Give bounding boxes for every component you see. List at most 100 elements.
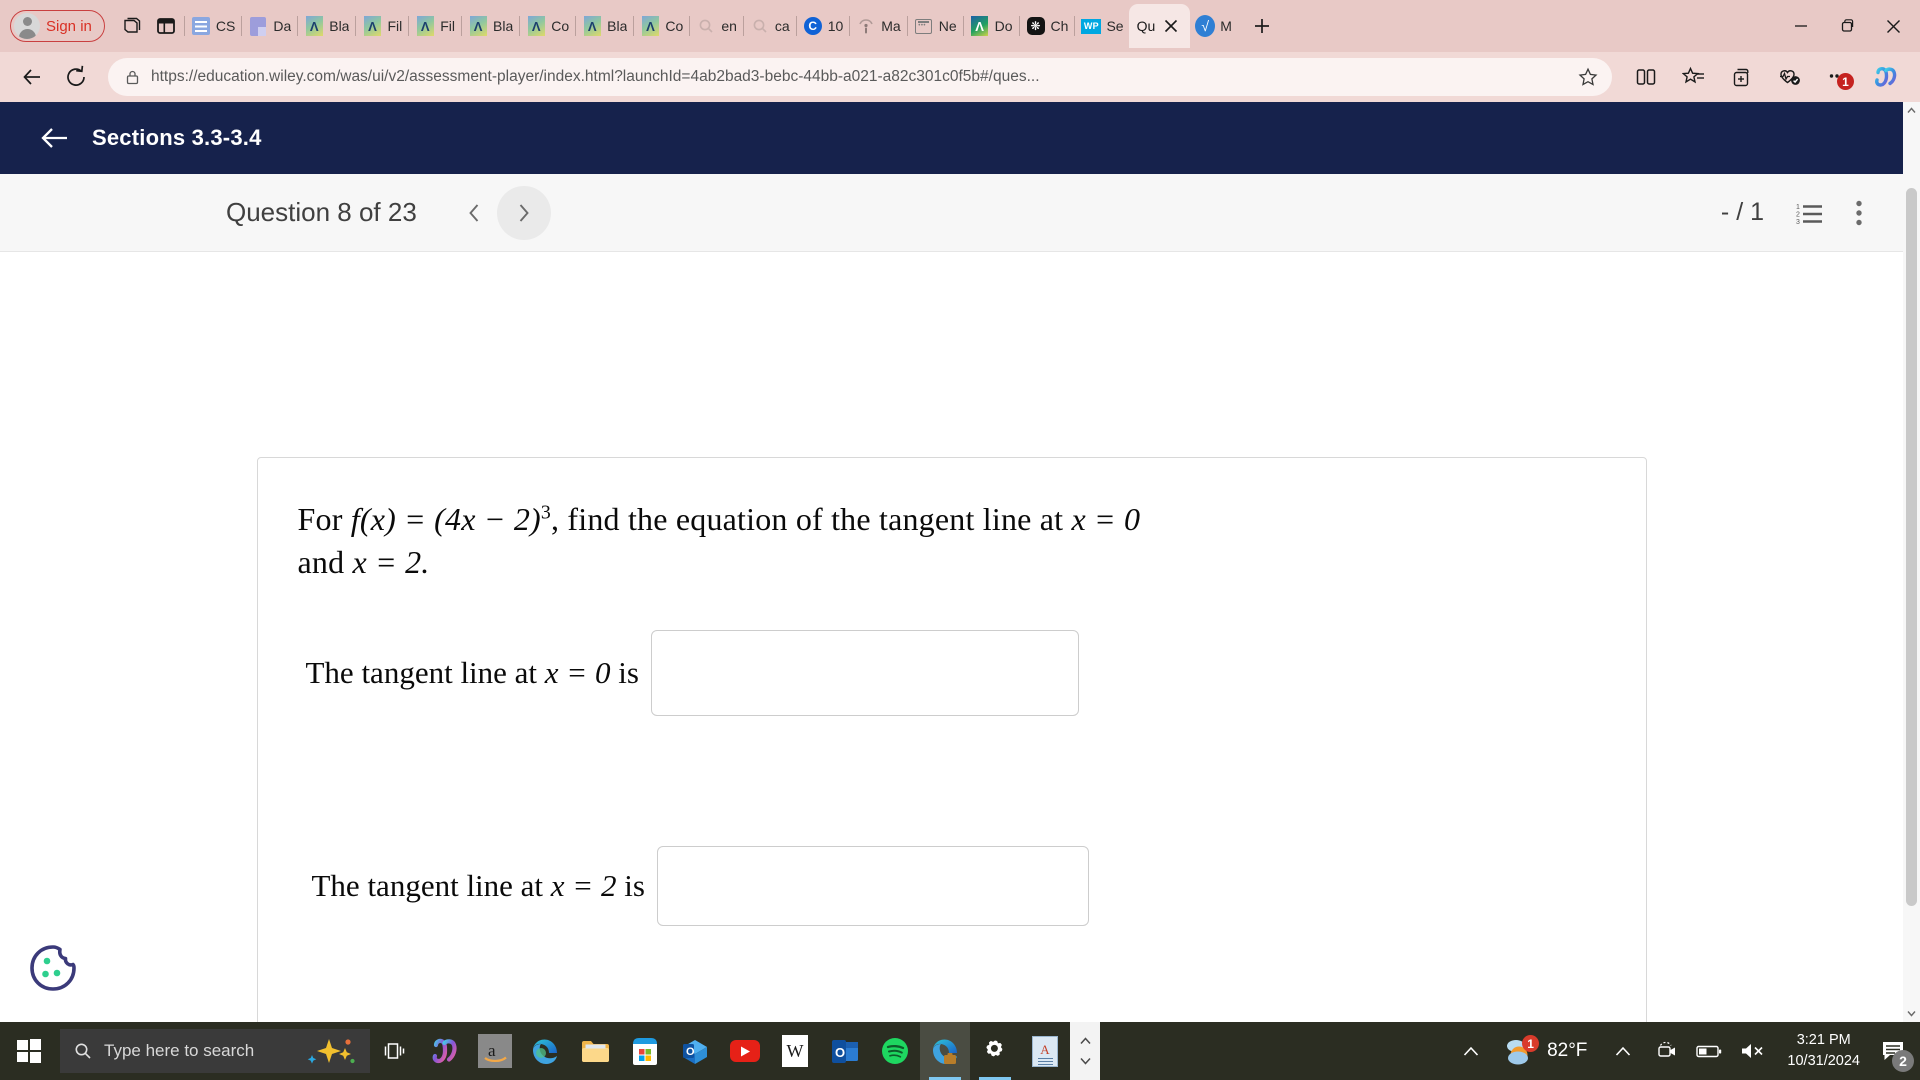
browser-tab[interactable]: Λ Co [635, 6, 688, 46]
browser-tab[interactable]: Λ Bla [299, 6, 354, 46]
reload-icon[interactable] [56, 57, 96, 97]
taskbar-app-wikipedia[interactable]: W [770, 1022, 820, 1080]
cookie-consent-icon[interactable] [25, 940, 81, 996]
tab-divider [906, 16, 908, 36]
browser-tab-strip: Sign in CS Da Λ Bla Λ Fil Λ Fil Λ Bla Λ … [0, 0, 1920, 52]
stem-x-zero: x = 0 [1071, 501, 1141, 537]
favorite-star-icon[interactable] [1572, 67, 1604, 87]
weather-widget[interactable]: 1 82°F [1495, 1035, 1599, 1066]
taskbar-app-outlook[interactable]: O [820, 1022, 870, 1080]
question-card: For f(x) = (4x − 2)3, find the equation … [256, 457, 1647, 1022]
taskbar-app-edge[interactable] [520, 1022, 570, 1080]
scroll-down-button[interactable] [1903, 1005, 1920, 1022]
browser-tab[interactable]: Ne [909, 6, 962, 46]
taskbar-app-spotify[interactable] [870, 1022, 920, 1080]
browser-tab[interactable]: ❋ Ch [1021, 6, 1074, 46]
browser-tab[interactable]: Da [243, 6, 296, 46]
browser-tab[interactable]: Λ Bla [463, 6, 518, 46]
taskbar-app-file-explorer[interactable] [570, 1022, 620, 1080]
show-hidden-icons-button[interactable] [1447, 1022, 1495, 1080]
account-avatar-icon [14, 13, 40, 39]
browser-toolbar: https://education.wiley.com/was/ui/v2/as… [0, 52, 1920, 102]
browser-tab[interactable]: WP Se [1076, 6, 1128, 46]
browser-tab[interactable]: Λ Fil [410, 6, 460, 46]
browser-essentials-icon[interactable] [1768, 57, 1812, 97]
tab-actions-icon[interactable] [149, 9, 183, 43]
active-browser-tab[interactable]: Qu [1128, 4, 1191, 48]
previous-question-button[interactable] [457, 195, 493, 231]
wp-icon: WP [1081, 16, 1102, 36]
maximize-button[interactable] [1824, 4, 1870, 48]
taskbar-app-copilot[interactable] [420, 1022, 470, 1080]
tab-divider [183, 16, 185, 36]
next-question-button[interactable] [496, 185, 551, 240]
favorites-icon[interactable] [1672, 57, 1716, 97]
browser-tab[interactable]: Λ Fil [357, 6, 407, 46]
taskbar-app-youtube[interactable] [720, 1022, 770, 1080]
page-scroll-arrows[interactable] [1070, 1022, 1100, 1080]
tab-label: Bla [329, 18, 350, 34]
svg-text:a: a [488, 1041, 496, 1060]
circle-c-icon: C [803, 16, 823, 36]
minimize-button[interactable] [1778, 4, 1824, 48]
search-icon [74, 1042, 92, 1060]
search-icon [696, 16, 716, 36]
taskbar-app-edge-work[interactable] [920, 1022, 970, 1080]
answer-input-2[interactable] [656, 846, 1089, 927]
back-icon[interactable] [12, 57, 52, 97]
browser-tab[interactable]: Λ Do [965, 6, 1018, 46]
more-vertical-icon[interactable] [1855, 199, 1863, 227]
sign-in-button[interactable]: Sign in [10, 10, 105, 42]
new-tab-button[interactable] [1245, 9, 1279, 43]
camera-icon[interactable] [1647, 1022, 1687, 1080]
close-window-button[interactable] [1870, 4, 1916, 48]
scroll-up-button[interactable] [1903, 102, 1920, 119]
back-arrow-icon[interactable] [40, 125, 70, 151]
browser-tab[interactable]: √ M [1190, 6, 1237, 46]
browser-tab[interactable]: Λ Bla [577, 6, 632, 46]
taskbar-app-outlook-new[interactable]: O [670, 1022, 720, 1080]
stem-prefix: For [297, 501, 351, 537]
browser-tab[interactable]: CS [186, 6, 240, 46]
notifications-icon[interactable]: 2 [1872, 1022, 1920, 1080]
anaconda-icon: Λ [415, 16, 435, 36]
split-screen-icon[interactable] [1624, 57, 1668, 97]
windows-start-icon[interactable] [0, 1022, 58, 1080]
browser-tab[interactable]: ca [745, 6, 795, 46]
stem-x-two: x = 2. [352, 544, 430, 581]
anaconda-icon: Λ [582, 16, 602, 36]
tab-label: Fil [387, 18, 403, 34]
close-icon[interactable] [1160, 15, 1182, 37]
tray-overflow-chevron[interactable] [1599, 1022, 1647, 1080]
volume-muted-icon[interactable] [1731, 1022, 1775, 1080]
page-scrollbar[interactable] [1903, 102, 1920, 1022]
question-pagination [457, 185, 551, 240]
browser-tab[interactable]: C 10 [798, 6, 849, 46]
battery-icon[interactable] [1687, 1022, 1731, 1080]
tab-divider [633, 16, 635, 36]
scrollbar-thumb[interactable] [1906, 188, 1917, 906]
copilot-icon[interactable] [1864, 57, 1908, 97]
collections-icon[interactable] [1720, 57, 1764, 97]
stem-middle: , find the equation of the tangent line … [551, 501, 1072, 537]
answer-input-1[interactable] [650, 630, 1079, 717]
taskbar-app-document[interactable]: A [1020, 1022, 1070, 1080]
numbered-list-icon[interactable]: 1 2 3 [1796, 201, 1823, 225]
browser-tab[interactable]: en [691, 6, 742, 46]
tab-search-icon[interactable] [115, 9, 149, 43]
answer-label-1: The tangent line at x = 0 is [306, 655, 639, 691]
taskbar-app-settings[interactable] [970, 1022, 1020, 1080]
task-view-icon[interactable] [370, 1022, 420, 1080]
tab-label: CS [215, 18, 236, 34]
tab-label: Bla [607, 18, 628, 34]
taskbar-clock[interactable]: 3:21 PM 10/31/2024 [1775, 1030, 1872, 1072]
settings-more-icon[interactable]: 1 [1816, 57, 1860, 97]
sign-in-label: Sign in [46, 17, 92, 35]
taskbar-app-amazon[interactable]: a [470, 1022, 520, 1080]
browser-tab[interactable]: Ma [851, 6, 905, 46]
tab-divider [1074, 16, 1076, 36]
browser-tab[interactable]: Λ Co [521, 6, 574, 46]
address-bar[interactable]: https://education.wiley.com/was/ui/v2/as… [108, 58, 1612, 96]
taskbar-search-box[interactable]: Type here to search [60, 1029, 370, 1073]
taskbar-app-microsoft-store[interactable] [620, 1022, 670, 1080]
